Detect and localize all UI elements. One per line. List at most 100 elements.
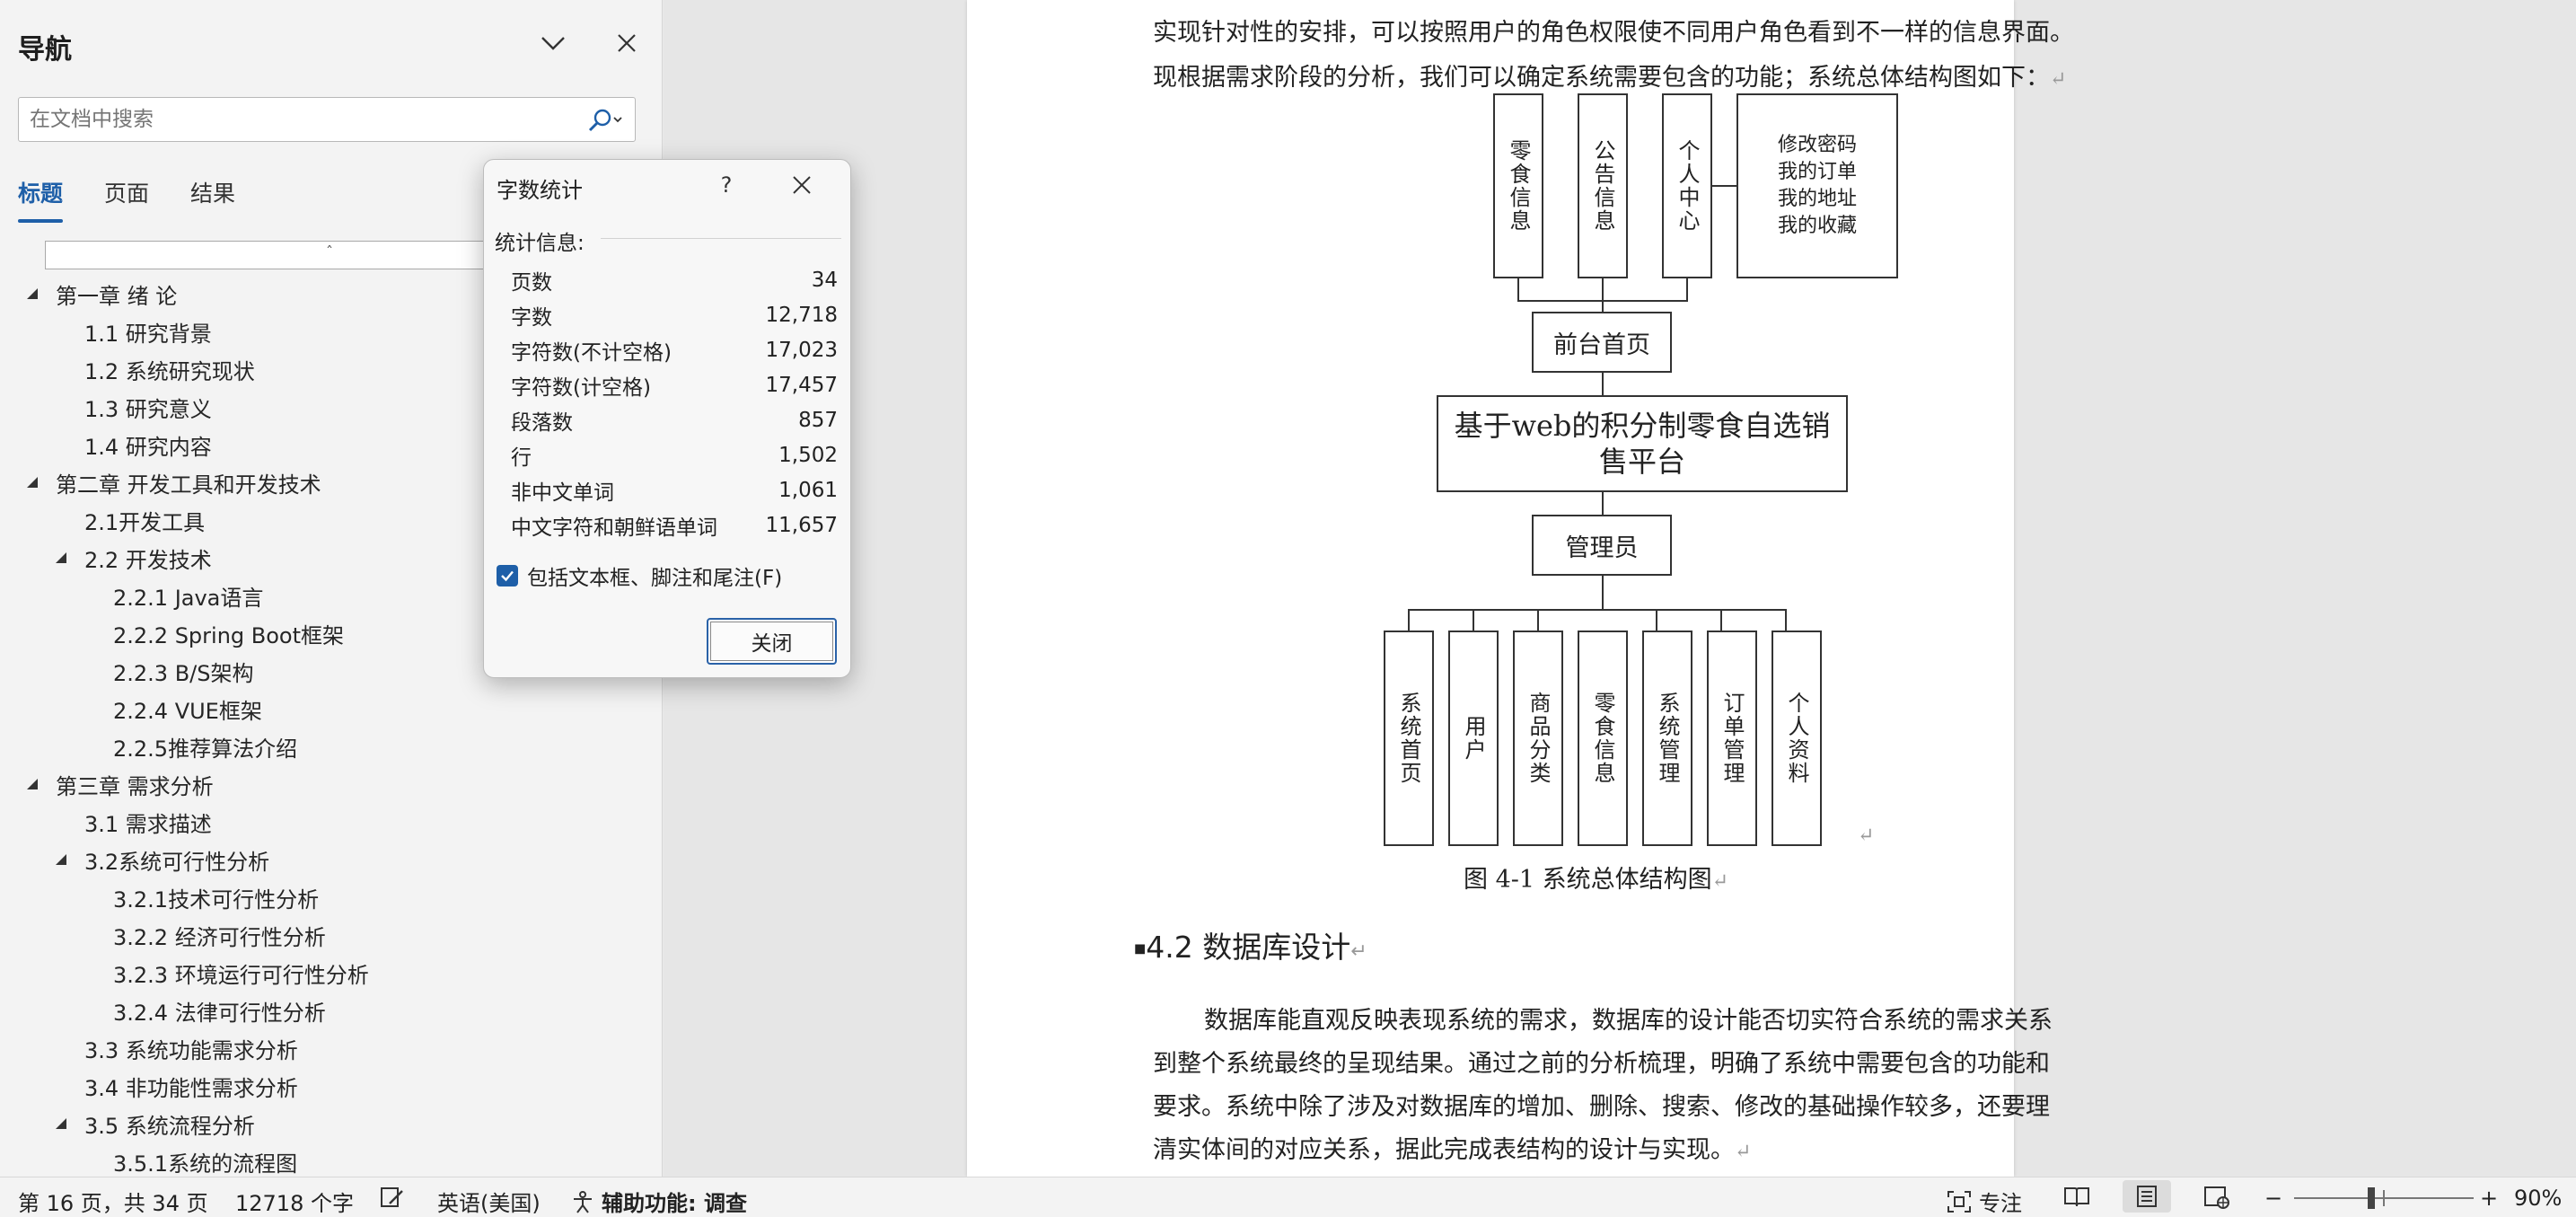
dialog-help-button[interactable]: ? (710, 169, 743, 201)
tab-results[interactable]: 结果 (190, 176, 235, 223)
connector (1537, 609, 1539, 631)
stat-row: 字符数(计空格) 17,457 (511, 367, 838, 402)
box-announcement-info: 公告信息 (1578, 93, 1628, 278)
search-button[interactable] (583, 105, 626, 136)
connector (1602, 492, 1604, 516)
expand-triangle-icon[interactable] (27, 288, 38, 299)
box-platform: 基于web的积分制零食自选销售平台 (1437, 395, 1848, 492)
nav-heading-item[interactable]: 第三章 需求分析 (0, 765, 662, 803)
connector (1602, 576, 1604, 610)
word-count-indicator[interactable]: 12718 个字 (235, 1186, 354, 1217)
stat-label: 中文字符和朝鲜语单词 (511, 516, 717, 540)
connector (1686, 278, 1688, 302)
read-mode-button[interactable] (2063, 1186, 2090, 1209)
zoom-in-button[interactable]: + (2480, 1186, 2498, 1211)
nav-heading-item[interactable]: 3.2.1技术可行性分析 (0, 878, 662, 916)
nav-heading-label: 3.2.3 环境运行可行性分析 (113, 962, 369, 988)
nav-tabs: 标题 页面 结果 (18, 176, 235, 223)
nav-close-button[interactable] (607, 23, 646, 63)
expand-triangle-icon[interactable] (56, 552, 66, 563)
nav-heading-label: 2.2.4 VUE框架 (113, 698, 262, 724)
tab-headings[interactable]: 标题 (18, 176, 64, 223)
stat-row: 行 1,502 (511, 437, 838, 472)
submenu-line: 我的收藏 (1777, 215, 1857, 237)
zoom-slider-thumb[interactable] (2368, 1187, 2375, 1209)
box-snack-info-top: 零食信息 (1493, 93, 1543, 278)
stats-section-label: 统计信息: (495, 232, 585, 255)
close-icon (618, 34, 636, 52)
connector (1473, 609, 1474, 631)
nav-heading-item[interactable]: 3.3 系统功能需求分析 (0, 1029, 662, 1067)
stats-list: 页数 34 字数 12,718 字符数(不计空格) 17,023 字符数(计空格) 17,45… (511, 262, 838, 542)
stat-value: 1,502 (778, 443, 838, 467)
zoom-slider-center-tick (2383, 1190, 2385, 1206)
word-count-dialog: 字数统计 ? 统计信息: 页数 34 字数 12,718 字符数(不计空格) 17,023… (483, 159, 851, 678)
stat-label: 页数 (511, 270, 552, 295)
nav-heading-item[interactable]: 3.5.1系统的流程图 (0, 1142, 662, 1177)
nav-heading-label: 3.2系统可行性分析 (84, 849, 270, 875)
nav-heading-item[interactable]: 3.1 需求描述 (0, 803, 662, 841)
stat-label: 字符数(不计空格) (511, 340, 672, 365)
nav-heading-label: 2.2.1 Java语言 (113, 585, 264, 611)
dialog-close-icon-button[interactable] (784, 167, 820, 203)
web-layout-icon (2204, 1186, 2229, 1209)
close-button[interactable]: 关闭 (707, 618, 837, 665)
body-line-last: 清实体间的对应关系，据此完成表结构的设计与实现。↵ (1153, 1136, 1752, 1164)
expand-triangle-icon[interactable] (27, 477, 38, 488)
expand-triangle-icon[interactable] (56, 1118, 66, 1129)
proofing-indicator[interactable] (379, 1186, 406, 1209)
nav-options-button[interactable] (533, 23, 573, 63)
focus-icon (1947, 1190, 1971, 1213)
box-admin: 管理员 (1532, 515, 1672, 576)
nav-heading-label: 3.1 需求描述 (84, 811, 212, 837)
stat-value: 17,457 (765, 373, 838, 397)
checkbox-checked-icon[interactable] (497, 565, 518, 586)
box-system-management: 系统管理 (1642, 631, 1692, 846)
body-line: 数据库能直观反映表现系统的需求，数据库的设计能否切实符合系统的需求关系 (1204, 1007, 2053, 1035)
language-indicator[interactable]: 英语(美国) (437, 1186, 541, 1217)
include-textboxes-checkbox[interactable]: 包括文本框、脚注和尾注(F) (497, 560, 782, 591)
nav-search-box[interactable] (18, 97, 636, 142)
nav-heading-label: 1.2 系统研究现状 (84, 358, 255, 384)
zoom-level[interactable]: 90% (2514, 1186, 2562, 1211)
nav-heading-item[interactable]: 2.2.4 VUE框架 (0, 690, 662, 728)
tab-pages[interactable]: 页面 (104, 176, 149, 223)
focus-mode-button[interactable]: 专注 (1947, 1186, 2022, 1217)
section-heading: ■4.2 数据库设计↵ (1134, 930, 1367, 965)
zoom-out-button[interactable]: − (2264, 1186, 2282, 1211)
submenu-line: 我的地址 (1777, 188, 1857, 210)
nav-heading-item[interactable]: 2.2.5推荐算法介绍 (0, 728, 662, 765)
web-layout-button[interactable] (2203, 1186, 2230, 1209)
print-layout-button[interactable] (2123, 1180, 2171, 1213)
box-personal-submenu: 修改密码 我的订单 我的地址 我的收藏 (1736, 93, 1898, 278)
page-indicator[interactable]: 第 16 页，共 34 页 (18, 1186, 208, 1217)
collapse-headings-bar[interactable]: ˆ (45, 241, 494, 269)
stat-value: 11,657 (765, 513, 838, 537)
nav-heading-item[interactable]: 3.4 非功能性需求分析 (0, 1067, 662, 1105)
stat-row: 中文字符和朝鲜语单词 11,657 (511, 507, 838, 542)
nav-heading-item[interactable]: 3.2.3 环境运行可行性分析 (0, 954, 662, 992)
nav-heading-label: 3.2.4 法律可行性分析 (113, 1000, 326, 1026)
stat-label: 行 (511, 445, 532, 470)
stat-value: 12,718 (765, 303, 838, 327)
nav-heading-item[interactable]: 3.2.4 法律可行性分析 (0, 992, 662, 1029)
document-page: 实现针对性的安排，可以按照用户的角色权限使不同用户角色看到不一样的信息界面。 现… (967, 0, 2074, 1177)
accessibility-icon (574, 1190, 592, 1213)
expand-triangle-icon[interactable] (56, 854, 66, 865)
nav-heading-item[interactable]: 3.2.2 经济可行性分析 (0, 916, 662, 954)
connector (1720, 609, 1722, 631)
structure-diagram: 零食信息 公告信息 个人中心 修改密码 我的订单 我的地址 我的收藏 前台首页 … (967, 0, 2014, 898)
nav-search-input[interactable] (30, 105, 568, 134)
stat-row: 页数 34 (511, 262, 838, 297)
nav-heading-item[interactable]: 3.2系统可行性分析 (0, 841, 662, 878)
box-users: 用户 (1448, 631, 1499, 846)
nav-heading-label: 1.3 研究意义 (84, 396, 212, 422)
nav-heading-label: 3.4 非功能性需求分析 (84, 1075, 298, 1101)
nav-heading-item[interactable]: 3.5 系统流程分析 (0, 1105, 662, 1142)
expand-triangle-icon[interactable] (27, 779, 38, 789)
accessibility-indicator[interactable]: 辅助功能: 调查 (571, 1186, 747, 1217)
accessibility-label: 辅助功能: 调查 (602, 1191, 747, 1216)
status-bar: 第 16 页，共 34 页 12718 个字 英语(美国) 辅助功能: 调查 专… (0, 1177, 2576, 1217)
connector (1785, 609, 1787, 631)
nav-heading-label: 第一章 绪 论 (56, 283, 178, 309)
